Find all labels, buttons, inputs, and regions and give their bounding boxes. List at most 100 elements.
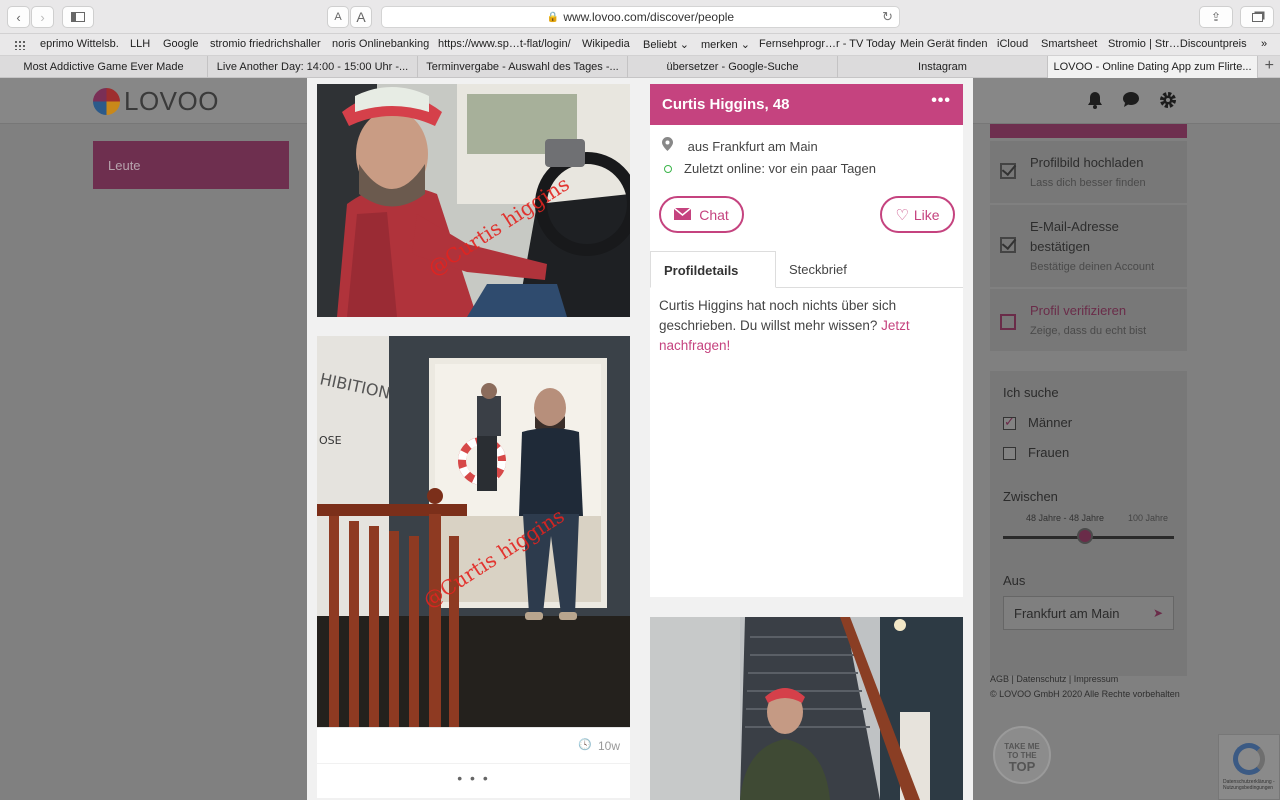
bookmark-item[interactable]: Google xyxy=(163,38,198,50)
page: LOVOO Leute Profilbild hochladen Lass di… xyxy=(0,78,1280,800)
bell-icon[interactable] xyxy=(1087,91,1103,114)
clock-icon: 🕓 xyxy=(578,739,592,751)
logo-text: LOVOO xyxy=(124,86,219,116)
sidebar-toggle-button[interactable] xyxy=(62,6,94,28)
browser-tab[interactable]: übersetzer - Google-Suche xyxy=(628,56,838,78)
map-pin-icon xyxy=(662,137,680,154)
ich-suche-label: Ich suche xyxy=(1003,385,1059,400)
font-larger-button[interactable]: A xyxy=(350,6,372,28)
lovoo-logo[interactable]: LOVOO xyxy=(93,86,219,117)
recaptcha-icon xyxy=(1233,743,1265,775)
nav-leute[interactable]: Leute xyxy=(93,141,289,189)
svg-text:OSE: OSE xyxy=(319,434,342,447)
tabs-overview-button[interactable] xyxy=(1240,6,1274,28)
apps-grid-icon[interactable] xyxy=(14,40,26,50)
new-tab-button[interactable]: + xyxy=(1265,57,1274,75)
bookmark-item[interactable]: merken ⌄ xyxy=(701,38,750,51)
font-smaller-button[interactable]: A xyxy=(327,6,349,28)
forward-button[interactable]: › xyxy=(31,6,54,28)
chat-bubble-icon[interactable] xyxy=(1122,91,1140,113)
share-button[interactable]: ⇪ xyxy=(1199,6,1233,28)
bookmark-item[interactable]: Mein Gerät finden xyxy=(900,38,987,50)
to-top-line: TOP xyxy=(1008,759,1036,774)
task-card[interactable]: E-Mail-Adresse bestätigen Bestätige dein… xyxy=(990,205,1187,287)
location-arrow-icon[interactable]: ➤ xyxy=(1153,606,1163,620)
more-options-icon[interactable]: ••• xyxy=(931,92,951,110)
bookmarks-overflow[interactable]: » xyxy=(1261,38,1267,50)
profile-photo[interactable]: HIBITION OSE @Curtis higgins xyxy=(317,336,630,727)
heart-icon: ♡ xyxy=(895,206,909,224)
bookmark-item[interactable]: Smartsheet xyxy=(1041,38,1097,50)
bookmark-item[interactable]: noris Onlinebanking xyxy=(332,38,429,50)
task-check-icon xyxy=(1000,237,1016,253)
search-filter-panel: Ich suche Männer Frauen Zwischen 48 Jahr… xyxy=(990,371,1187,676)
to-top-line: TAKE ME xyxy=(1004,742,1040,751)
lovoo-logo-icon xyxy=(93,88,120,115)
age-range-handle[interactable] xyxy=(1077,528,1094,544)
online-status-icon xyxy=(664,165,672,173)
bookmark-item[interactable]: iCloud xyxy=(997,38,1028,50)
about-text: Curtis Higgins hat noch nichts über sich… xyxy=(659,296,954,356)
bookmark-item[interactable]: Fernsehprogr…r - TV Today xyxy=(759,38,896,50)
back-button[interactable]: ‹ xyxy=(7,6,30,28)
bookmark-item[interactable]: Stromio | Str…Discountpreis xyxy=(1108,38,1247,50)
bookmark-item[interactable]: https://www.sp…t-flat/login/ xyxy=(438,38,571,50)
city-input[interactable]: Frankfurt am Main ➤ xyxy=(1003,596,1174,630)
browser-tab[interactable]: Most Addictive Game Ever Made xyxy=(0,56,208,78)
task-checkbox-icon xyxy=(1000,314,1016,330)
task-subtitle: Bestätige deinen Account xyxy=(1030,261,1155,273)
age-range-value: 48 Jahre - 48 Jahre xyxy=(1026,513,1105,523)
like-label: Like xyxy=(913,206,940,223)
task-card[interactable]: Profil verifizieren Zeige, dass du echt … xyxy=(990,289,1187,351)
location-text: aus Frankfurt am Main xyxy=(687,139,818,154)
women-label[interactable]: Frauen xyxy=(1028,445,1069,460)
task-subtitle: Zeige, dass du echt bist xyxy=(1030,325,1147,337)
browser-tab[interactable]: Terminvergabe - Auswahl des Tages -... xyxy=(418,56,628,78)
age-range-max-label: 100 Jahre xyxy=(1128,513,1169,523)
bookmark-item[interactable]: LLH xyxy=(130,38,150,50)
bookmark-item[interactable]: Beliebt ⌄ xyxy=(643,38,689,51)
chat-label: Chat xyxy=(699,206,729,223)
reload-icon[interactable]: ↻ xyxy=(882,9,893,25)
city-value: Frankfurt am Main xyxy=(1014,606,1120,621)
task-check-icon xyxy=(1000,163,1016,179)
photo-meta-bar: 🕓 10w xyxy=(317,727,630,763)
recaptcha-badge[interactable]: Datenschutzerklärung - Nutzungsbedingung… xyxy=(1218,734,1280,800)
men-label[interactable]: Männer xyxy=(1028,415,1072,430)
bookmarks-bar: eprimo Wittelsb. LLH Google stromio frie… xyxy=(0,34,1280,56)
tab-steckbrief[interactable]: Steckbrief xyxy=(776,251,896,288)
chat-button[interactable]: Chat xyxy=(659,196,744,233)
profile-header: Curtis Higgins, 48 ••• xyxy=(650,84,963,125)
recaptcha-text: Datenschutzerklärung - Nutzungsbedingung… xyxy=(1223,779,1275,791)
bookmark-item[interactable]: eprimo Wittelsb. xyxy=(40,38,119,50)
lock-icon: 🔒 xyxy=(546,11,560,23)
more-photos-button[interactable]: • • • xyxy=(317,764,630,798)
back-to-top-button[interactable]: TAKE ME TO THE TOP xyxy=(993,726,1051,784)
gear-icon[interactable] xyxy=(1159,91,1177,114)
sidebar-icon xyxy=(71,12,85,22)
footer-links[interactable]: AGB | Datenschutz | Impressum xyxy=(990,672,1180,687)
task-title: Profil verifizieren xyxy=(1030,303,1127,318)
browser-tab-active[interactable]: LOVOO - Online Dating App zum Flirte... xyxy=(1048,56,1258,78)
browser-tab[interactable]: Instagram xyxy=(838,56,1048,78)
footer: AGB | Datenschutz | Impressum © LOVOO Gm… xyxy=(990,672,1180,702)
browser-toolbar: ‹ › A A 🔒 www.lovoo.com/discover/people … xyxy=(0,0,1280,34)
aus-label: Aus xyxy=(1003,573,1026,588)
task-card[interactable]: Profilbild hochladen Lass dich besser fi… xyxy=(990,141,1187,203)
women-checkbox[interactable] xyxy=(1003,447,1016,460)
bookmark-item[interactable]: Wikipedia xyxy=(582,38,630,50)
profile-photo[interactable]: @Curtis higgins xyxy=(317,84,630,317)
like-button[interactable]: ♡ Like xyxy=(880,196,955,233)
online-row: Zuletzt online: vor ein paar Tagen xyxy=(662,161,876,176)
tab-profildetails[interactable]: Profildetails xyxy=(650,251,776,288)
mail-icon xyxy=(673,206,692,223)
address-bar[interactable]: 🔒 www.lovoo.com/discover/people ↻ xyxy=(381,6,900,28)
browser-tab[interactable]: Live Another Day: 14:00 - 15:00 Uhr -... xyxy=(208,56,418,78)
about-body: Curtis Higgins hat noch nichts über sich… xyxy=(659,298,897,333)
profile-photo[interactable] xyxy=(650,617,963,800)
men-checkbox[interactable] xyxy=(1003,414,1016,430)
task-subtitle: Lass dich besser finden xyxy=(1030,177,1146,189)
share-icon: ⇪ xyxy=(1210,10,1222,24)
bookmark-item[interactable]: stromio friedrichshaller xyxy=(210,38,321,50)
tasks-header-bar xyxy=(990,124,1187,138)
